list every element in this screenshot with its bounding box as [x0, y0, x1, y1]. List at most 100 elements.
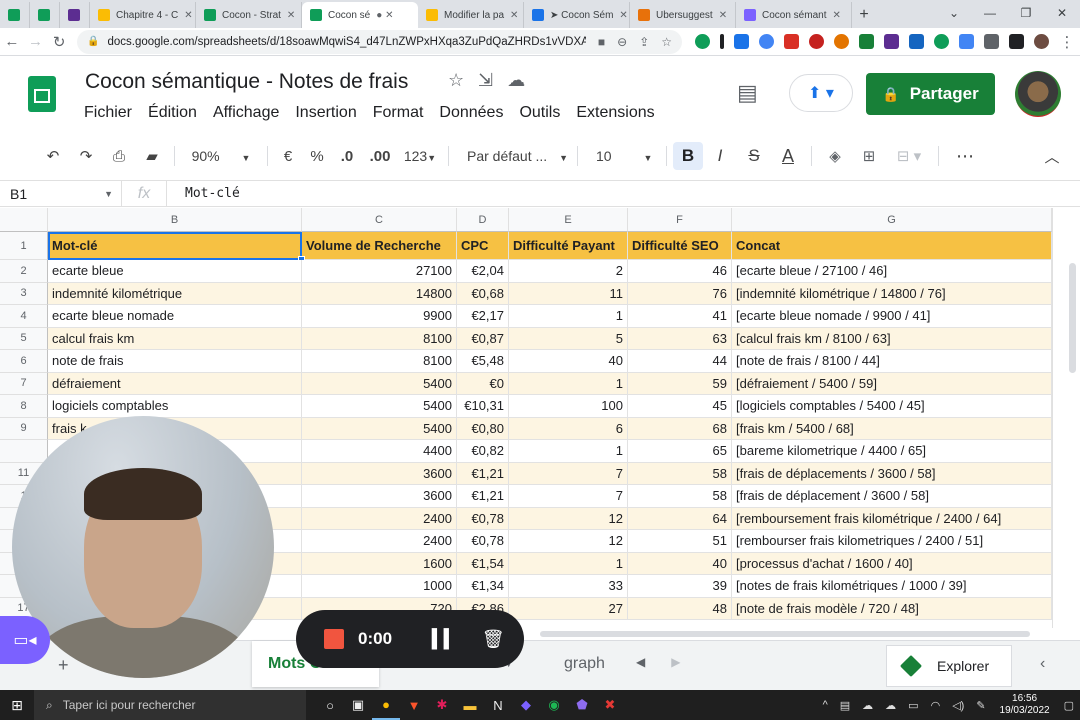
menu-item[interactable]: Affichage: [213, 104, 279, 122]
table-cell[interactable]: €0,78: [457, 530, 509, 553]
table-cell[interactable]: ecarte bleue: [48, 260, 302, 283]
close-tab-icon[interactable]: ✕: [832, 10, 840, 21]
table-cell[interactable]: 100: [509, 395, 628, 418]
extension-icon[interactable]: [734, 34, 750, 49]
table-cell[interactable]: 1: [509, 305, 628, 328]
close-tab-icon[interactable]: ✕: [719, 10, 727, 21]
table-cell[interactable]: €0,68: [457, 282, 509, 305]
column-header[interactable]: E: [509, 208, 628, 232]
table-cell[interactable]: indemnité kilométrique: [48, 282, 302, 305]
star-icon[interactable]: ☆: [448, 70, 464, 91]
table-cell[interactable]: €10,31: [457, 395, 509, 418]
column-header[interactable]: F: [628, 208, 732, 232]
table-cell[interactable]: 12: [509, 530, 628, 553]
reload-icon[interactable]: ↻: [47, 33, 71, 51]
webcam-bubble[interactable]: [12, 416, 274, 678]
formula-input[interactable]: Mot-clé: [166, 181, 240, 206]
forward-icon[interactable]: →: [24, 33, 48, 50]
percent-format-button[interactable]: %: [302, 148, 332, 165]
table-cell[interactable]: 27: [509, 597, 628, 620]
table-cell[interactable]: €0,80: [457, 417, 509, 440]
table-cell[interactable]: ecarte bleue nomade: [48, 305, 302, 328]
browser-tab[interactable]: Cocon sémant ✕: [736, 2, 852, 28]
spotify-icon[interactable]: ◉: [540, 690, 568, 720]
close-window-icon[interactable]: ✕: [1044, 0, 1080, 26]
volume-icon[interactable]: ◁): [952, 699, 964, 712]
table-cell[interactable]: 7: [509, 462, 628, 485]
table-cell[interactable]: 76: [628, 282, 732, 305]
table-cell[interactable]: 5: [509, 327, 628, 350]
extension-icon[interactable]: [834, 34, 850, 49]
table-cell[interactable]: 5400: [302, 417, 457, 440]
table-cell[interactable]: 7: [509, 485, 628, 508]
scroll-right-icon[interactable]: ▶: [671, 655, 680, 669]
redo-icon[interactable]: ↷: [70, 147, 102, 165]
table-cell[interactable]: 40: [628, 552, 732, 575]
browser-tab[interactable]: [30, 2, 60, 28]
table-cell[interactable]: [frais de déplacement / 3600 / 58]: [732, 485, 1052, 508]
table-cell[interactable]: [frais km / 5400 / 68]: [732, 417, 1052, 440]
row-header[interactable]: 3: [0, 282, 48, 305]
collapse-menus-icon[interactable]: ︿: [1037, 146, 1067, 167]
tray-expand-icon[interactable]: ^: [823, 699, 828, 711]
task-view-icon[interactable]: ▣: [344, 690, 372, 720]
table-cell[interactable]: 11: [509, 282, 628, 305]
brave-icon[interactable]: ▼: [400, 690, 428, 720]
sheets-logo-icon[interactable]: [28, 76, 56, 112]
table-cell[interactable]: [notes de frais kilométriques / 1000 / 3…: [732, 575, 1052, 598]
row-header[interactable]: 9: [0, 417, 48, 440]
name-box[interactable]: B1 ▼: [0, 181, 122, 206]
menu-item[interactable]: Extensions: [576, 104, 654, 122]
move-folder-icon[interactable]: ⇲: [478, 70, 493, 91]
header-cell[interactable]: CPC: [457, 232, 509, 260]
app-icon[interactable]: ◆: [512, 690, 540, 720]
tray-icon[interactable]: ☁: [862, 699, 873, 712]
extension-icon[interactable]: [959, 34, 975, 49]
scroll-thumb[interactable]: [540, 631, 1030, 637]
table-cell[interactable]: [rembourser frais kilometriques / 2400 /…: [732, 530, 1052, 553]
notion-icon[interactable]: N: [484, 690, 512, 720]
table-cell[interactable]: 1: [509, 440, 628, 463]
table-cell[interactable]: 5400: [302, 395, 457, 418]
table-cell[interactable]: 1: [509, 552, 628, 575]
row-header[interactable]: [0, 440, 48, 463]
decrease-decimal-button[interactable]: .0: [332, 148, 362, 165]
table-cell[interactable]: [remboursement frais kilométrique / 2400…: [732, 507, 1052, 530]
table-cell[interactable]: 6: [509, 417, 628, 440]
share-button[interactable]: 🔒 Partager: [866, 73, 995, 115]
close-tab-icon[interactable]: ✕: [287, 10, 295, 21]
menu-item[interactable]: Édition: [148, 104, 197, 122]
table-cell[interactable]: 51: [628, 530, 732, 553]
bold-button[interactable]: B: [673, 142, 703, 170]
table-cell[interactable]: 8100: [302, 327, 457, 350]
table-cell[interactable]: 64: [628, 507, 732, 530]
table-cell[interactable]: 1000: [302, 575, 457, 598]
row-header[interactable]: 6: [0, 350, 48, 373]
more-formats-button[interactable]: 123▼: [398, 148, 442, 164]
table-cell[interactable]: €1,21: [457, 462, 509, 485]
extension-icon[interactable]: [859, 34, 875, 49]
table-cell[interactable]: 8100: [302, 350, 457, 373]
browser-tab[interactable]: [60, 2, 90, 28]
close-tab-icon[interactable]: ✕: [184, 10, 192, 21]
menu-item[interactable]: Insertion: [295, 104, 356, 122]
table-cell[interactable]: 45: [628, 395, 732, 418]
table-cell[interactable]: 9900: [302, 305, 457, 328]
zoom-select[interactable]: 90% ▼: [181, 148, 261, 164]
browser-tab[interactable]: Modifier la pa ✕: [418, 2, 524, 28]
extension-icon[interactable]: [884, 34, 900, 49]
table-cell[interactable]: €1,34: [457, 575, 509, 598]
table-cell[interactable]: 63: [628, 327, 732, 350]
battery-icon[interactable]: ▭: [908, 699, 918, 712]
extension-icon[interactable]: [759, 34, 775, 49]
italic-button[interactable]: I: [703, 146, 737, 166]
table-cell[interactable]: 14800: [302, 282, 457, 305]
column-header[interactable]: G: [732, 208, 1052, 232]
table-cell[interactable]: 44: [628, 350, 732, 373]
row-header[interactable]: 7: [0, 372, 48, 395]
puzzle-icon[interactable]: [984, 34, 1000, 49]
table-cell[interactable]: 58: [628, 462, 732, 485]
sheet-tab[interactable]: graph: [548, 641, 621, 687]
table-cell[interactable]: 5400: [302, 372, 457, 395]
extension-icon[interactable]: [909, 34, 925, 49]
